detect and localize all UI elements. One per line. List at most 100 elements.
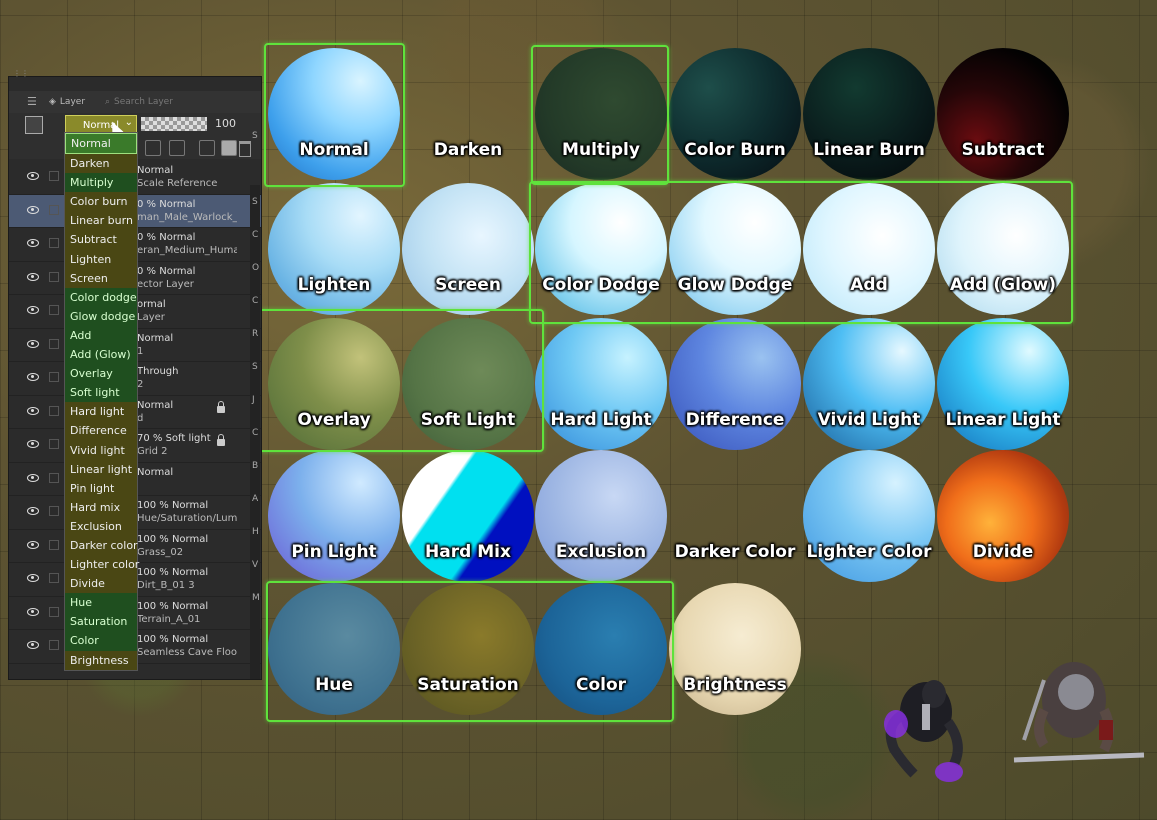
tab-layer[interactable]: ◈ Layer [49,94,85,110]
side-tab-letter[interactable]: C [252,285,262,318]
blend-option[interactable]: Pin light [65,478,137,498]
layer-mode-label: 100 % Normal [137,634,209,645]
apply-mask-icon[interactable] [221,140,237,156]
layer-name-label: Dirt_B_01 3 [137,580,195,591]
tab-search-layer[interactable]: ⌕ Search Layer [105,94,173,110]
eye-icon[interactable] [27,540,39,549]
layer-info: ormal Layer [137,298,237,324]
blend-option[interactable]: Difference [65,421,137,441]
eye-icon[interactable] [27,373,39,381]
layer-checkbox[interactable] [49,271,59,282]
layer-name-label: Seamless Cave Floor Tex [137,647,237,658]
blend-option[interactable]: Color burn [65,192,137,212]
opacity-slider[interactable] [141,117,207,131]
blend-option[interactable]: Lighten [65,249,137,269]
panel-menu-icon[interactable]: ☰ [27,95,37,108]
blend-option[interactable]: Hard light [65,402,137,422]
layer-checkbox[interactable] [49,606,59,617]
eye-icon[interactable] [27,507,39,515]
blend-sample-circle [803,450,935,582]
eye-icon[interactable] [27,205,39,214]
mask-icon[interactable] [199,140,215,156]
layers-icon: ◈ [49,97,56,107]
blend-option[interactable]: Overlay [65,364,137,384]
eye-icon[interactable] [27,641,39,649]
layer-name-label: d [137,412,144,424]
layer-checkbox[interactable] [49,640,59,650]
layer-checkbox[interactable] [49,405,59,416]
layer-checkbox[interactable] [49,506,59,516]
eye-icon[interactable] [27,574,39,582]
blend-option[interactable]: Color dodge [65,287,137,307]
blend-option[interactable]: Subtract [65,230,137,250]
blend-option[interactable]: Normal [65,133,137,155]
side-tab-letter[interactable]: S [252,351,262,384]
blend-option[interactable]: Hue [65,593,137,613]
eye-icon[interactable] [27,306,39,314]
new-layer-icon[interactable] [145,140,161,156]
side-tab-letter[interactable]: C [252,219,262,252]
layer-name-label: Grid 2 [137,446,168,457]
side-tab-letter[interactable]: B [252,450,262,483]
blend-option[interactable]: Add [65,325,137,346]
eye-icon[interactable] [27,406,39,415]
blend-option[interactable]: Lighter color [65,555,139,575]
panel-grip-icon[interactable]: ⋮⋮ [13,69,33,78]
layer-checkbox[interactable] [49,372,59,382]
layer-name-label: Layer [137,312,165,323]
side-tab-letter[interactable]: A [252,483,262,516]
layer-checkbox[interactable] [49,439,59,449]
layer-mode-label: 100 % Normal [137,500,209,511]
side-tab-letter[interactable]: M [252,582,262,615]
blend-option[interactable]: Divide [65,574,137,594]
eye-icon[interactable] [27,239,39,247]
side-tab-letter[interactable]: S [252,186,262,219]
side-tab-letter[interactable]: J [252,384,262,417]
new-vector-layer-icon[interactable] [169,140,185,156]
blend-option[interactable]: Hard mix [65,497,137,517]
layer-checkbox[interactable] [49,472,59,483]
blend-option[interactable]: Color [65,631,137,651]
eye-icon[interactable] [27,339,39,348]
side-tab-letter[interactable]: S [252,120,262,153]
trash-icon[interactable] [239,141,251,157]
blend-option[interactable]: Add (Glow) [65,345,137,365]
blend-sample-circle [535,48,667,180]
blend-option[interactable]: Linear burn [65,211,137,231]
lock-icon[interactable] [217,400,225,413]
blend-option[interactable]: Darken [65,154,137,174]
layer-checkbox[interactable] [49,238,59,248]
layer-checkbox[interactable] [49,573,59,583]
lock-icon[interactable] [217,434,225,446]
blend-option[interactable]: Glow dodge [65,306,137,326]
blend-option[interactable]: Linear light [65,459,137,479]
eye-icon[interactable] [27,607,39,616]
layer-checkbox[interactable] [49,204,59,215]
side-tab-letter[interactable]: V [252,549,262,582]
side-tab-letter[interactable]: O [252,252,262,285]
layer-checkbox[interactable] [49,171,59,181]
eye-icon[interactable] [27,172,39,180]
side-tab-letter[interactable]: R [252,318,262,351]
blend-option[interactable]: Vivid light [65,440,137,460]
blend-option[interactable]: Exclusion [65,516,137,536]
layer-checkbox[interactable] [49,338,59,349]
side-tab-letter[interactable]: C [252,417,262,450]
layer-color-swatch[interactable] [25,116,43,134]
layer-info: Normal 1 [137,332,237,358]
eye-icon[interactable] [27,440,39,448]
blend-option[interactable]: Saturation [65,612,137,632]
blend-option[interactable]: Soft light [65,383,137,403]
opacity-value[interactable]: 100 [215,117,236,130]
blend-option[interactable]: Screen [65,268,137,288]
eye-icon[interactable] [27,473,39,482]
blend-option[interactable]: Multiply [65,173,137,193]
eye-icon[interactable] [27,272,39,281]
side-tab-letter[interactable] [252,153,262,186]
blend-option[interactable]: Darker color [65,535,138,556]
layer-checkbox[interactable] [49,539,59,550]
blend-sample-circle [669,318,801,450]
layer-checkbox[interactable] [49,305,59,315]
blend-option[interactable]: Brightness [65,650,137,670]
side-tab-letter[interactable]: H [252,516,262,549]
